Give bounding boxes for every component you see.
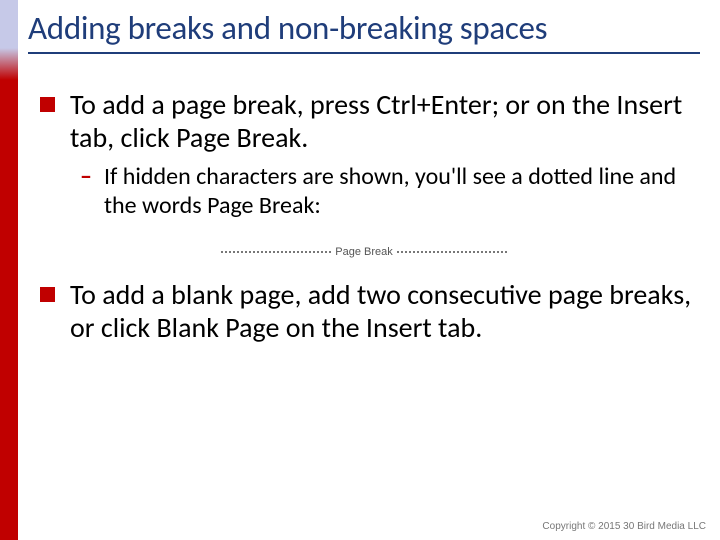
accent-bar <box>0 0 18 540</box>
bullet-text: To add a page break, press Ctrl+Enter; o… <box>70 87 682 155</box>
copyright-text: Copyright © 2015 30 Bird Media LLC <box>542 521 706 532</box>
bullet-list: To add a blank page, add two consecutive… <box>28 278 700 344</box>
slide-title: Adding breaks and non-breaking spaces <box>28 8 700 54</box>
list-item: If hidden characters are shown, you'll s… <box>80 162 700 221</box>
dotted-line-icon <box>397 251 507 253</box>
bullet-text: If hidden characters are shown, you'll s… <box>104 162 676 220</box>
list-item: To add a page break, press Ctrl+Enter; o… <box>40 88 700 221</box>
slide-body: Adding breaks and non-breaking spaces To… <box>18 0 720 540</box>
dotted-line-icon <box>221 251 331 253</box>
bullet-text: To add a blank page, add two consecutive… <box>70 277 691 345</box>
bullet-list: To add a page break, press Ctrl+Enter; o… <box>28 88 700 221</box>
page-break-label: Page Break <box>335 246 392 258</box>
page-break-illustration: Page Break <box>28 239 700 258</box>
sub-list: If hidden characters are shown, you'll s… <box>70 162 700 221</box>
list-item: To add a blank page, add two consecutive… <box>40 278 700 344</box>
